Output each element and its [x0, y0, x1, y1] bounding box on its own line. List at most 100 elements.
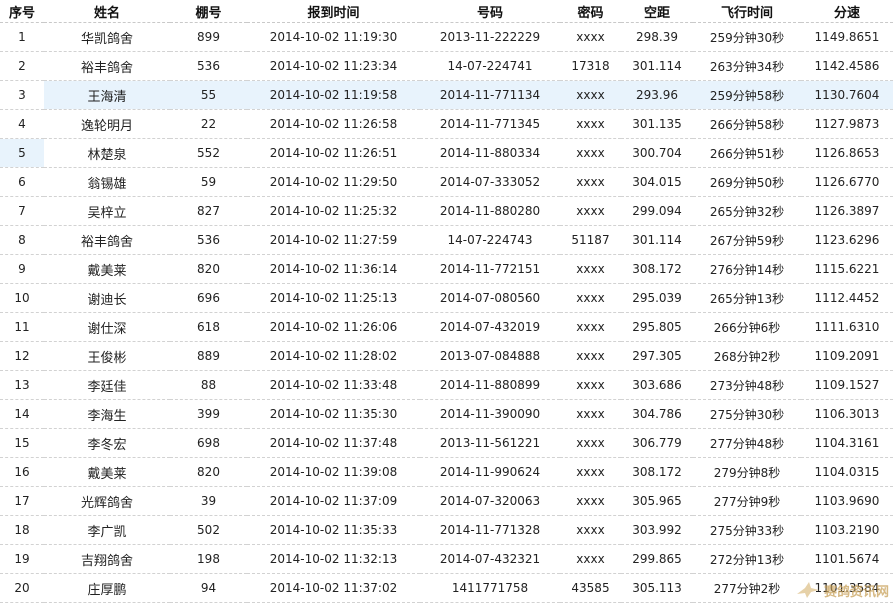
table-row[interactable]: 10 谢迪长 696 2014-10-02 11:25:13 2014-07-08056…: [0, 283, 893, 313]
col-flight-time-cell: 272分钟13秒: [693, 544, 801, 574]
table-row[interactable]: 16 戴美莱 820 2014-10-02 11:39:08 2014-11-99062…: [0, 457, 893, 487]
col-name-cell: 李广凯: [44, 515, 170, 545]
col-seq-cell: 4: [0, 109, 44, 139]
col-password-cell: xxxx: [560, 399, 621, 429]
col-seq-cell: 9: [0, 254, 44, 284]
col-ring-cell: 2013-11-561221: [420, 428, 560, 458]
table-row[interactable]: 20 庄厚鹏 94 2014-10-02 11:37:02 1411771758 4358…: [0, 573, 893, 603]
col-report-time-cell: 2014-10-02 11:37:02: [247, 573, 420, 603]
col-loft-cell: 827: [170, 196, 247, 226]
header-row: 序号 姓名 棚号 报到时间 号码 密码 空距 飞行时间 分速: [0, 0, 893, 23]
col-name-cell: 裕丰鸽舍: [44, 51, 170, 81]
table-row[interactable]: 5 林楚泉 552 2014-10-02 11:26:51 2014-11-880334…: [0, 138, 893, 168]
col-password-cell: xxxx: [560, 167, 621, 197]
col-name-cell: 吴梓立: [44, 196, 170, 226]
table-row[interactable]: 19 吉翔鸽舍 198 2014-10-02 11:32:13 2014-07-4323…: [0, 544, 893, 574]
col-password-cell: xxxx: [560, 457, 621, 487]
col-speed-cell: 1104.3161: [801, 428, 893, 458]
col-password-cell: xxxx: [560, 80, 621, 110]
col-password-cell: xxxx: [560, 370, 621, 400]
col-loft-cell: 618: [170, 312, 247, 342]
col-flight-time-cell: 269分钟50秒: [693, 167, 801, 197]
col-loft-cell: 696: [170, 283, 247, 313]
col-speed-cell: 1130.7604: [801, 80, 893, 110]
col-flight-time-cell: 277分钟9秒: [693, 486, 801, 516]
col-flight-time-cell: 267分钟59秒: [693, 225, 801, 255]
table-row[interactable]: 12 王俊彬 889 2014-10-02 11:28:02 2013-07-08488…: [0, 341, 893, 371]
col-distance-cell: 297.305: [621, 341, 693, 371]
col-loft-header: 棚号: [170, 0, 247, 23]
col-distance-cell: 303.992: [621, 515, 693, 545]
col-name-cell: 林楚泉: [44, 138, 170, 168]
col-ring-cell: 2014-11-771328: [420, 515, 560, 545]
col-report-time-cell: 2014-10-02 11:26:51: [247, 138, 420, 168]
table-row[interactable]: 3 王海清 55 2014-10-02 11:19:58 2014-11-771134 x…: [0, 80, 893, 110]
col-seq-cell: 12: [0, 341, 44, 371]
col-ring-cell: 2014-11-880280: [420, 196, 560, 226]
col-speed-cell: 1112.4452: [801, 283, 893, 313]
col-name-cell: 吉翔鸽舍: [44, 544, 170, 574]
col-password-cell: xxxx: [560, 22, 621, 52]
col-seq-cell: 17: [0, 486, 44, 516]
col-password-header: 密码: [560, 0, 621, 23]
col-loft-cell: 820: [170, 457, 247, 487]
col-speed-cell: 1126.8653: [801, 138, 893, 168]
col-speed-cell: 1101.5674: [801, 544, 893, 574]
col-report-time-cell: 2014-10-02 11:19:58: [247, 80, 420, 110]
col-loft-cell: 889: [170, 341, 247, 371]
col-seq-cell: 2: [0, 51, 44, 81]
table-row[interactable]: 14 李海生 399 2014-10-02 11:35:30 2014-11-39009…: [0, 399, 893, 429]
col-distance-cell: 308.172: [621, 457, 693, 487]
table-row[interactable]: 17 光辉鸽舍 39 2014-10-02 11:37:09 2014-07-32006…: [0, 486, 893, 516]
col-password-cell: 51187: [560, 225, 621, 255]
col-password-cell: xxxx: [560, 486, 621, 516]
table-row[interactable]: 6 翁锡雄 59 2014-10-02 11:29:50 2014-07-333052 x…: [0, 167, 893, 197]
col-report-time-cell: 2014-10-02 11:26:58: [247, 109, 420, 139]
col-password-cell: xxxx: [560, 515, 621, 545]
col-loft-cell: 502: [170, 515, 247, 545]
col-flight-time-cell: 276分钟14秒: [693, 254, 801, 284]
col-ring-cell: 14-07-224741: [420, 51, 560, 81]
col-report-time-cell: 2014-10-02 11:35:30: [247, 399, 420, 429]
col-loft-cell: 39: [170, 486, 247, 516]
table-row[interactable]: 9 戴美莱 820 2014-10-02 11:36:14 2014-11-772151…: [0, 254, 893, 284]
col-report-time-cell: 2014-10-02 11:29:50: [247, 167, 420, 197]
table-row[interactable]: 18 李广凯 502 2014-10-02 11:35:33 2014-11-77132…: [0, 515, 893, 545]
col-loft-cell: 820: [170, 254, 247, 284]
col-flight-time-cell: 277分钟2秒: [693, 573, 801, 603]
col-speed-cell: 1115.6221: [801, 254, 893, 284]
col-flight-time-cell: 275分钟33秒: [693, 515, 801, 545]
table-row[interactable]: 11 谢仕深 618 2014-10-02 11:26:06 2014-07-43201…: [0, 312, 893, 342]
col-report-time-cell: 2014-10-02 11:19:30: [247, 22, 420, 52]
table-row[interactable]: 15 李冬宏 698 2014-10-02 11:37:48 2013-11-56122…: [0, 428, 893, 458]
table-row[interactable]: 2 裕丰鸽舍 536 2014-10-02 11:23:34 14-07-224741 1…: [0, 51, 893, 81]
col-seq-cell: 3: [0, 80, 44, 110]
col-seq-cell: 16: [0, 457, 44, 487]
table-row[interactable]: 4 逸轮明月 22 2014-10-02 11:26:58 2014-11-771345…: [0, 109, 893, 139]
col-report-time-cell: 2014-10-02 11:33:48: [247, 370, 420, 400]
table-row[interactable]: 1 华凯鸽舍 899 2014-10-02 11:19:30 2013-11-22222…: [0, 22, 893, 52]
col-loft-cell: 88: [170, 370, 247, 400]
col-report-time-header: 报到时间: [247, 0, 420, 23]
col-ring-cell: 2013-11-222229: [420, 22, 560, 52]
table-row[interactable]: 7 吴梓立 827 2014-10-02 11:25:32 2014-11-880280…: [0, 196, 893, 226]
table-row[interactable]: 13 李廷佳 88 2014-10-02 11:33:48 2014-11-880899…: [0, 370, 893, 400]
col-seq-header: 序号: [0, 0, 44, 23]
col-distance-cell: 295.039: [621, 283, 693, 313]
col-password-cell: 43585: [560, 573, 621, 603]
col-loft-cell: 536: [170, 225, 247, 255]
col-distance-cell: 301.114: [621, 51, 693, 81]
col-password-cell: xxxx: [560, 109, 621, 139]
col-ring-cell: 2013-07-084888: [420, 341, 560, 371]
col-distance-cell: 305.965: [621, 486, 693, 516]
col-flight-time-cell: 273分钟48秒: [693, 370, 801, 400]
table-body: 1 华凯鸽舍 899 2014-10-02 11:19:30 2013-11-22222…: [0, 22, 893, 603]
col-ring-cell: 2014-11-880334: [420, 138, 560, 168]
col-flight-time-cell: 266分钟6秒: [693, 312, 801, 342]
col-distance-cell: 304.786: [621, 399, 693, 429]
col-password-cell: xxxx: [560, 254, 621, 284]
table-header: 序号 姓名 棚号 报到时间 号码 密码 空距 飞行时间 分速: [0, 0, 893, 23]
table-row[interactable]: 8 裕丰鸽舍 536 2014-10-02 11:27:59 14-07-224743 5…: [0, 225, 893, 255]
col-password-cell: xxxx: [560, 196, 621, 226]
col-distance-cell: 304.015: [621, 167, 693, 197]
